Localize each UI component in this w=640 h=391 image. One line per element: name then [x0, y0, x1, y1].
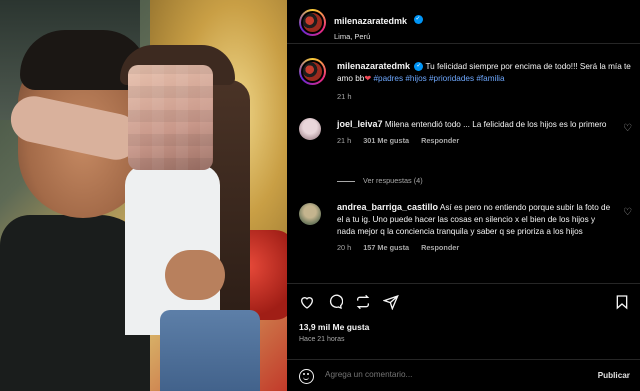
heart-outline-icon[interactable]	[299, 294, 315, 310]
like-count[interactable]: 13,9 mil Me gusta	[299, 322, 369, 332]
comment-username[interactable]: andrea_barriga_castillo	[337, 202, 438, 212]
red-heart-emoji: ❤	[364, 74, 372, 83]
caption-time: 21 h	[337, 92, 352, 101]
post-header: milenazaratedmk ✓ Lima, Perú	[287, 0, 640, 44]
commenter-avatar[interactable]	[299, 118, 321, 140]
add-comment-bar: Publicar	[287, 359, 640, 391]
comment: andrea_barriga_castillo Así es pero no e…	[337, 201, 612, 254]
post-timestamp: Hace 21 horas	[299, 336, 345, 343]
avatar[interactable]	[299, 9, 326, 36]
comment-username[interactable]: joel_leiva7	[337, 119, 383, 129]
view-replies-button[interactable]: Ver respuestas (4)	[337, 176, 423, 185]
reply-button[interactable]: Responder	[421, 243, 459, 252]
comment-heart-icon[interactable]: ♡	[623, 207, 632, 218]
commenter-avatar[interactable]	[299, 203, 321, 225]
post-panel: milenazaratedmk ✓ Lima, Perú milenazarat…	[287, 0, 640, 391]
comment-likes[interactable]: 301 Me gusta	[363, 136, 409, 145]
comment-heart-icon[interactable]: ♡	[623, 123, 632, 134]
comment-time: 20 h	[337, 243, 352, 252]
reply-button[interactable]: Responder	[421, 136, 459, 145]
caption-avatar[interactable]	[299, 58, 326, 85]
caption-hashtags[interactable]: #padres #hijos #prioridades #familia	[373, 74, 504, 83]
post-caption: milenazaratedmk ✓ Tu felicidad siempre p…	[337, 60, 632, 103]
comment-likes[interactable]: 157 Me gusta	[363, 243, 409, 252]
verified-icon: ✓	[414, 62, 424, 72]
comment-text: Milena entendió todo ... La felicidad de…	[384, 120, 607, 129]
bookmark-icon[interactable]	[614, 294, 630, 310]
send-icon[interactable]	[383, 294, 399, 310]
comment: joel_leiva7 Milena entendió todo ... La …	[337, 118, 612, 147]
repost-icon[interactable]	[355, 294, 371, 310]
comment-input[interactable]	[325, 370, 545, 379]
post-actions: 13,9 mil Me gusta Hace 21 horas Publicar	[287, 283, 640, 391]
verified-icon: ✓	[413, 15, 423, 25]
emoji-icon[interactable]	[299, 369, 314, 384]
caption-username[interactable]: milenazaratedmk	[337, 61, 410, 71]
post-location[interactable]: Lima, Perú	[334, 32, 423, 41]
comment-time: 21 h	[337, 136, 352, 145]
comment-bubble-icon[interactable]	[327, 294, 343, 310]
author-username[interactable]: milenazaratedmk	[334, 16, 407, 26]
post-photo[interactable]	[0, 0, 287, 391]
blurred-face	[128, 65, 213, 170]
publish-button[interactable]: Publicar	[598, 371, 630, 380]
